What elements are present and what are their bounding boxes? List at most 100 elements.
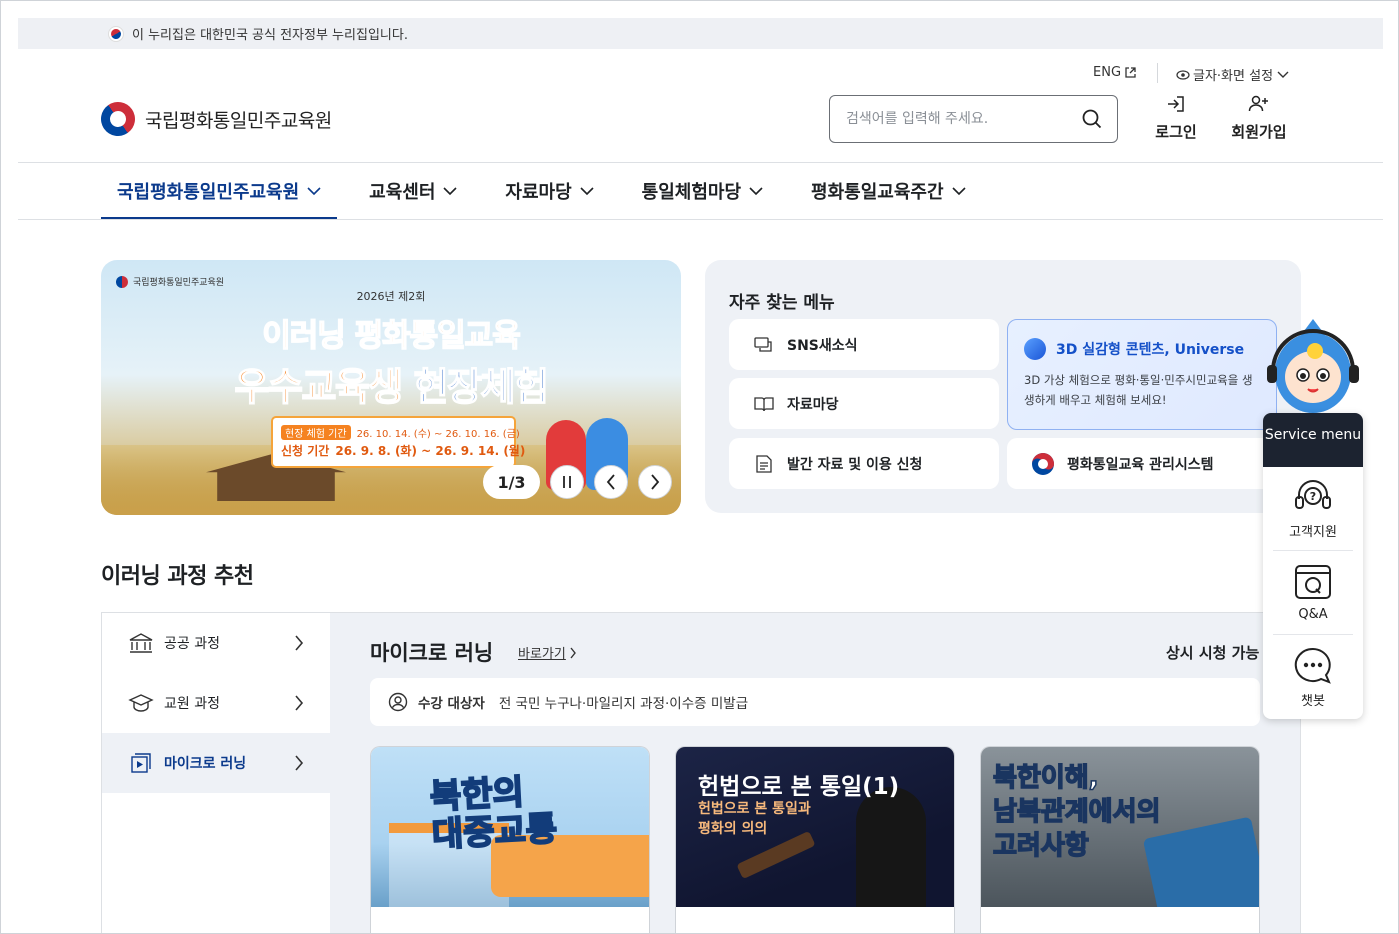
fav-highlight-desc: 3D 가상 체험으로 평화·통일·민주시민교육을 생생하게 배우고 체험해 보세… [1024, 373, 1253, 407]
course-thumbnail: 헌법으로 본 통일(1) 헌법으로 본 통일과 평화의 의의 [676, 747, 954, 907]
institution-icon [129, 633, 153, 653]
apply-value: 26. 9. 8. (화) ~ 26. 9. 14. (월) [335, 444, 526, 458]
eye-icon [1176, 69, 1190, 80]
search-box [829, 95, 1118, 143]
banner-title: 이러닝 평화통일교육 [262, 317, 522, 355]
apply-label: 신청 기간 [281, 444, 330, 458]
add-user-icon [1248, 95, 1268, 112]
fav-highlight-title: 3D 실감형 콘텐츠, Universe [1056, 342, 1245, 358]
category-label: 마이크로 러닝 [164, 756, 247, 772]
course-card[interactable]: 헌법으로 본 통일(1) 헌법으로 본 통일과 평화의 의의 [675, 746, 955, 933]
taegeuk-emblem-icon [94, 95, 142, 143]
nav-label: 평화통일교육주간 [811, 182, 944, 203]
signup-label: 회원가입 [1231, 123, 1287, 141]
nav-label: 자료마당 [505, 182, 572, 203]
search-icon[interactable] [1081, 108, 1103, 130]
fav-label: 평화통일교육 관리시스템 [1067, 456, 1214, 473]
fav-resources[interactable]: 자료마당 [729, 378, 999, 429]
video-play-icon [131, 753, 151, 773]
nav-label: 통일체험마당 [641, 182, 742, 203]
fav-label: 자료마당 [787, 396, 839, 413]
next-slide-button[interactable] [638, 465, 672, 499]
course-thumbnail: 북한이해, 남북관계에서의 고려사항 [981, 747, 1259, 907]
category-public[interactable]: 공공 과정 [102, 613, 330, 673]
micro-learning-title: 마이크로 러닝 [370, 641, 494, 665]
main-navigation: 국립평화통일민주교육원 교육센터 자료마당 통일체험마당 평화통일교육주간 [101, 163, 998, 220]
nav-item-education-week[interactable]: 평화통일교육주간 [795, 163, 981, 219]
course-title-line: 대중교통 [430, 808, 559, 856]
favorite-menu-title: 자주 찾는 메뉴 [729, 293, 835, 313]
service-menu-title: Service menu [1263, 413, 1363, 467]
headset-icon: ? [1295, 480, 1331, 509]
course-thumbnail: 북한의 대중교통 [371, 747, 649, 907]
chevron-down-icon [1277, 71, 1289, 78]
prev-slide-button[interactable] [594, 465, 628, 499]
course-title-line: 평화의 의의 [698, 821, 768, 837]
course-thumb-title: 북한이해, 남북관계에서의 고려사항 [992, 761, 1161, 863]
utility-divider [1157, 63, 1158, 83]
chatbot-button[interactable]: 챗봇 [1273, 635, 1353, 719]
chevron-right-icon [295, 755, 304, 771]
slide-pager: 1/3 [483, 465, 540, 499]
favorite-menu-panel: 자주 찾는 메뉴 SNS새소식 자료마당 발간 자료 및 이용 신청 평화통일교… [705, 260, 1301, 513]
course-card[interactable]: 북한의 대중교통 [370, 746, 650, 933]
nav-item-education-center[interactable]: 교육센터 [353, 163, 473, 219]
course-title-line: 헌법으로 본 통일(1) [698, 774, 900, 800]
chat-dots-icon [1294, 647, 1331, 684]
site-logo[interactable]: 국립평화통일민주교육원 [94, 95, 332, 143]
eng-link[interactable]: ENG [1093, 65, 1137, 80]
service-item-label: 챗봇 [1301, 693, 1325, 709]
taegeuk-emblem-icon [1032, 452, 1054, 475]
login-icon [1168, 96, 1184, 112]
nav-item-resources[interactable]: 자료마당 [489, 163, 609, 219]
category-micro-learning[interactable]: 마이크로 러닝 [102, 733, 330, 793]
display-settings-button[interactable]: 글자·화면 설정 [1176, 65, 1289, 84]
chevron-down-icon [580, 186, 594, 195]
fav-label: SNS새소식 [787, 337, 858, 354]
always-available-label: 상시 시청 가능 [1166, 644, 1260, 662]
target-audience-bar: 수강 대상자 전 국민 누구나·마일리지 과정·이수증 미발급 [370, 678, 1260, 726]
nav-item-institute[interactable]: 국립평화통일민주교육원 [101, 163, 338, 220]
banner-logo: 국립평화통일민주교육원 [116, 275, 224, 288]
signup-button[interactable]: 회원가입 [1224, 93, 1294, 142]
category-teacher[interactable]: 교원 과정 [102, 673, 330, 733]
customer-support-button[interactable]: ? 고객지원 [1273, 467, 1353, 551]
eng-label: ENG [1093, 65, 1122, 80]
nav-label: 교육센터 [369, 182, 436, 203]
category-label: 교원 과정 [164, 696, 220, 712]
graduation-cap-icon [128, 694, 154, 712]
login-label: 로그인 [1155, 123, 1197, 141]
login-button[interactable]: 로그인 [1141, 93, 1211, 142]
nav-item-experience[interactable]: 통일체험마당 [626, 163, 779, 219]
fav-publications[interactable]: 발간 자료 및 이용 신청 [729, 438, 999, 489]
user-circle-icon [388, 692, 408, 712]
qna-window-icon [1295, 565, 1331, 599]
search-input[interactable] [846, 111, 1081, 127]
document-icon [756, 454, 772, 473]
nav-label: 국립평화통일민주교육원 [117, 182, 300, 203]
service-menu: Service menu ? 고객지원 Q&A 챗봇 [1263, 413, 1363, 719]
chevron-down-icon [443, 186, 457, 195]
chevron-right-icon [570, 647, 576, 658]
lecturer-graphic [856, 787, 926, 907]
banner-logo-text: 국립평화통일민주교육원 [133, 278, 225, 288]
nav-divider [18, 219, 1383, 220]
gov-banner-text: 이 누리집은 대한민국 공식 전자정부 누리집입니다. [132, 28, 408, 43]
fav-label: 발간 자료 및 이용 신청 [787, 456, 923, 473]
pause-button[interactable] [550, 465, 584, 499]
page: 이 누리집은 대한민국 공식 전자정부 누리집입니다. ENG 글자·화면 설정… [0, 0, 1399, 934]
fav-management-system[interactable]: 평화통일교육 관리시스템 [1007, 438, 1277, 489]
shortcut-label: 바로가기 [518, 647, 566, 662]
service-item-label: Q&A [1298, 607, 1328, 622]
course-card[interactable]: 북한이해, 남북관계에서의 고려사항 [980, 746, 1260, 933]
elearning-section-title: 이러닝 과정 추천 [101, 564, 254, 589]
gov-banner: 이 누리집은 대한민국 공식 전자정부 누리집입니다. [18, 18, 1383, 49]
shortcut-link[interactable]: 바로가기 [518, 643, 577, 662]
fav-3d-universe[interactable]: 3D 실감형 콘텐츠, Universe 3D 가상 체험으로 평화·통일·민주… [1007, 319, 1277, 430]
target-label: 수강 대상자 [418, 696, 485, 712]
qna-button[interactable]: Q&A [1273, 551, 1353, 635]
external-link-icon [1125, 67, 1136, 78]
fav-sns-news[interactable]: SNS새소식 [729, 319, 999, 370]
course-subtitle: 헌법으로 본 통일과 평화의 의의 [698, 799, 811, 839]
korea-flag-icon [108, 25, 124, 42]
